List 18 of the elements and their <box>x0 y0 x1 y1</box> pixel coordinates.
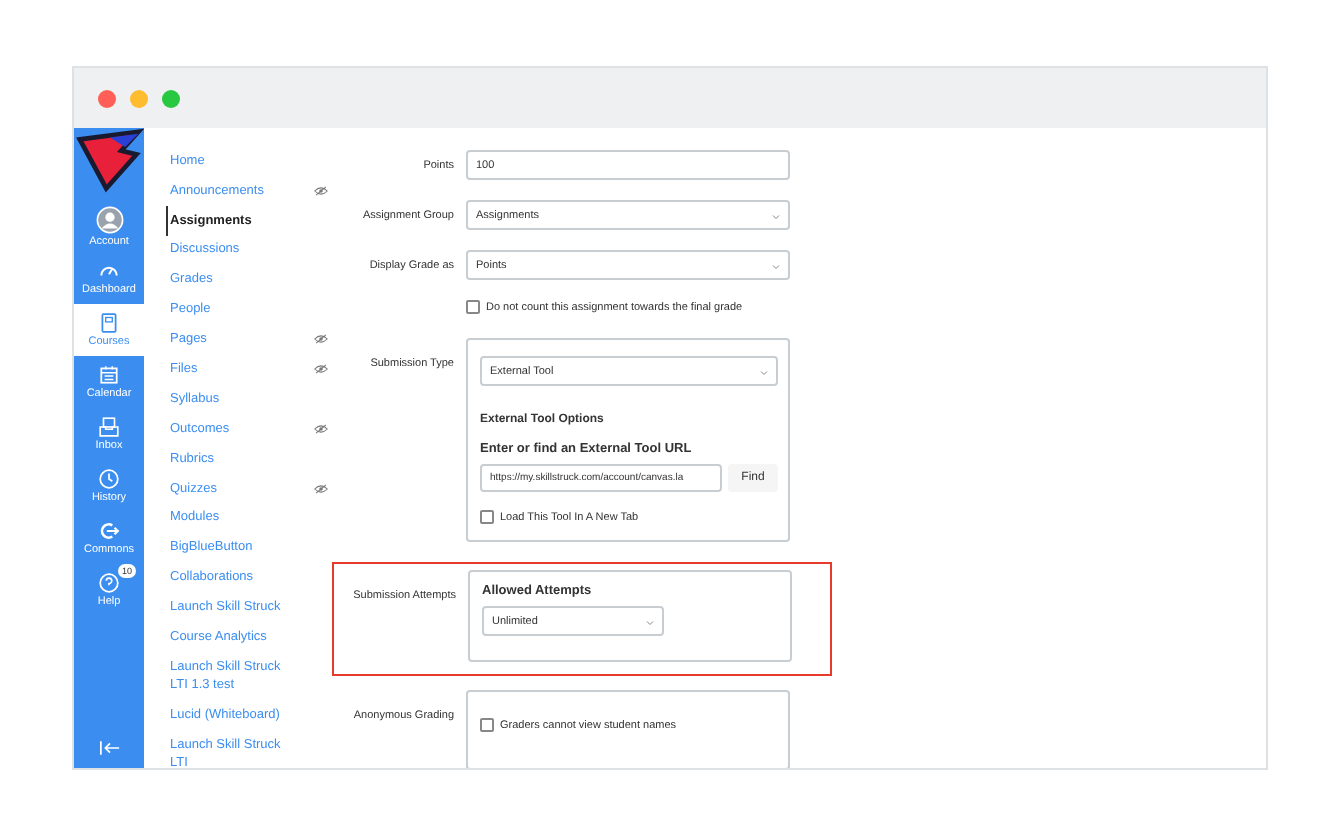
zoom-window-button[interactable] <box>162 89 180 107</box>
chevron-down-icon <box>772 214 780 220</box>
logo-icon <box>75 128 143 196</box>
clock-icon <box>98 468 120 490</box>
close-window-button[interactable] <box>98 89 116 107</box>
chevron-down-icon <box>772 264 780 270</box>
calendar-icon <box>98 364 120 386</box>
checkbox[interactable] <box>466 300 480 314</box>
checkbox[interactable] <box>480 718 494 732</box>
checkbox[interactable] <box>480 510 494 524</box>
inbox-tray-icon <box>98 416 120 438</box>
chevron-down-icon <box>760 370 768 376</box>
user-avatar-icon <box>95 205 123 233</box>
help-icon <box>98 572 120 594</box>
collapse-arrow-icon[interactable] <box>97 740 121 756</box>
share-arrow-icon <box>98 520 120 542</box>
chevron-down-icon <box>646 620 654 626</box>
book-icon <box>98 312 120 334</box>
